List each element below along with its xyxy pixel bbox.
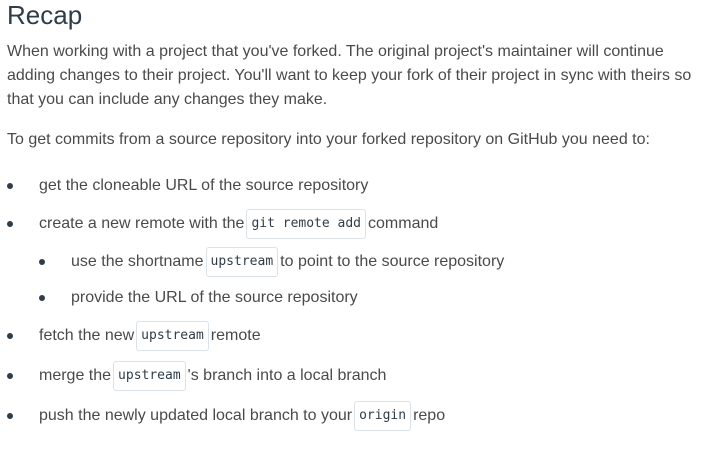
step-text: merge the bbox=[39, 367, 112, 384]
bullet-icon bbox=[7, 221, 13, 227]
inline-code: upstream bbox=[113, 361, 186, 391]
steps-list: get the cloneable URL of the source repo… bbox=[7, 168, 713, 436]
page-title: Recap bbox=[7, 0, 83, 30]
inline-code: upstream bbox=[205, 247, 279, 277]
step-text: 's branch into a local branch bbox=[187, 367, 387, 384]
step-text: provide the URL of the source repository bbox=[71, 289, 358, 306]
inline-code: git remote add bbox=[246, 209, 367, 239]
step-text: command bbox=[368, 215, 439, 232]
inline-code: origin bbox=[354, 401, 412, 431]
list-item: use the shortname upstream to point to t… bbox=[39, 244, 713, 280]
bullet-icon bbox=[7, 333, 13, 339]
step-text: repo bbox=[413, 407, 446, 424]
step-text: get the cloneable URL of the source repo… bbox=[39, 177, 369, 194]
intro-paragraph: When working with a project that you've … bbox=[7, 43, 692, 108]
list-item: create a new remote with the git remote … bbox=[7, 204, 713, 316]
list-item: fetch the new upstream remote bbox=[7, 316, 713, 356]
bullet-icon bbox=[7, 413, 13, 419]
step-text: create a new remote with the bbox=[39, 215, 245, 232]
step-text: to point to the source repository bbox=[280, 253, 505, 270]
bullet-icon bbox=[7, 373, 13, 379]
bullet-icon bbox=[7, 183, 13, 189]
step-text: use the shortname bbox=[71, 253, 204, 270]
step-text: fetch the new bbox=[39, 327, 135, 344]
inline-code: upstream bbox=[136, 321, 209, 351]
instruction-paragraph: To get commits from a source repository … bbox=[7, 131, 650, 148]
list-item: merge the upstream 's branch into a loca… bbox=[7, 356, 713, 396]
sub-steps-list: use the shortname upstream to point to t… bbox=[39, 244, 713, 316]
bullet-icon bbox=[39, 295, 45, 301]
list-item: get the cloneable URL of the source repo… bbox=[7, 168, 713, 204]
list-item: provide the URL of the source repository bbox=[39, 280, 713, 316]
recap-section: Recap When working with a project that y… bbox=[0, 0, 713, 450]
step-text: remote bbox=[210, 327, 261, 344]
list-item: push the newly updated local branch to y… bbox=[7, 396, 713, 436]
bullet-icon bbox=[39, 259, 45, 265]
step-text: push the newly updated local branch to y… bbox=[39, 407, 353, 424]
